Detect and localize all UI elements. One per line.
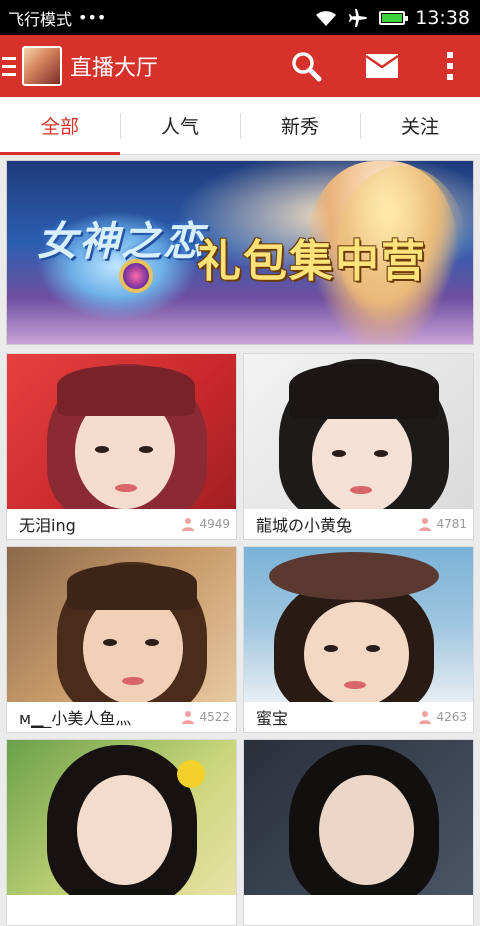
battery-icon [379,10,409,25]
room-thumbnail [244,354,473,509]
wifi-icon [316,10,337,26]
viewer-count-value: 4263 [436,710,467,724]
person-icon [419,711,432,724]
app-bar: 直播大厅 [0,35,480,97]
room-card[interactable] [6,739,237,926]
room-host-name: 蜜宝 [256,709,289,728]
notification-dots: ••• [78,8,107,27]
viewer-count: 4522 [181,710,230,724]
viewer-count-value: 4949 [199,517,230,531]
room-card[interactable]: м▁_小美人鱼灬 4522 [6,546,237,733]
person-icon [419,518,432,531]
app-avatar[interactable] [22,46,62,86]
tab-following[interactable]: 关注 [360,97,480,154]
room-thumbnail [7,547,236,702]
viewer-count: 4781 [418,517,467,531]
room-info: 无泪ing 4949 [7,509,236,539]
room-thumbnail [7,354,236,509]
viewer-count-value: 4781 [436,517,467,531]
room-card[interactable]: 无泪ing 4949 [6,353,237,540]
viewer-count-value: 4522 [199,710,230,724]
banner-game-logo: 女神之恋 [37,218,205,265]
room-thumbnail [244,740,473,895]
clock: 13:38 [415,6,470,29]
banner-gem-icon [119,259,153,293]
viewer-count: 4263 [418,710,467,724]
status-right: 13:38 [315,7,470,29]
room-info: 蜜宝 4263 [244,702,473,732]
tab-all[interactable]: 全部 [0,97,120,155]
viewer-count: 4949 [181,517,230,531]
messages-button[interactable] [344,35,420,97]
room-grid: 无泪ing 4949 龍城の小黄兔 4781 м▁_小美人鱼灬 4522 蜜宝 … [6,353,474,926]
airplane-mode-label: 飞行模式 [8,9,73,29]
room-host-name: 龍城の小黄兔 [256,516,353,535]
more-icon [447,52,453,80]
tab-newcomers[interactable]: 新秀 [240,97,360,154]
more-button[interactable] [420,35,480,97]
tab-bar: 全部 人气 新秀 关注 [0,97,480,155]
banner-slogan: 礼包集中营 [197,236,427,287]
room-thumbnail [7,740,236,895]
page-title: 直播大厅 [70,56,159,81]
room-info: 龍城の小黄兔 4781 [244,509,473,539]
search-button[interactable] [268,35,344,97]
room-info: м▁_小美人鱼灬 4522 [7,702,236,732]
room-host-name: м▁_小美人鱼灬 [19,709,132,728]
room-host-name: 无泪ing [19,516,76,535]
search-icon [292,52,322,82]
airplane-icon [349,8,367,27]
room-card[interactable]: 蜜宝 4263 [243,546,474,733]
promo-banner[interactable]: 女神之恋 礼包集中营 [6,160,474,345]
room-thumbnail [244,547,473,702]
person-icon [182,711,195,724]
status-left: 飞行模式 ••• [8,6,106,30]
room-card[interactable] [243,739,474,926]
status-bar: 飞行模式 ••• 13:38 [0,0,480,35]
room-card[interactable]: 龍城の小黄兔 4781 [243,353,474,540]
mail-icon [365,54,399,78]
battery-level [382,13,403,22]
menu-icon[interactable] [2,56,16,76]
tab-popular[interactable]: 人气 [120,97,240,154]
person-icon [182,518,195,531]
